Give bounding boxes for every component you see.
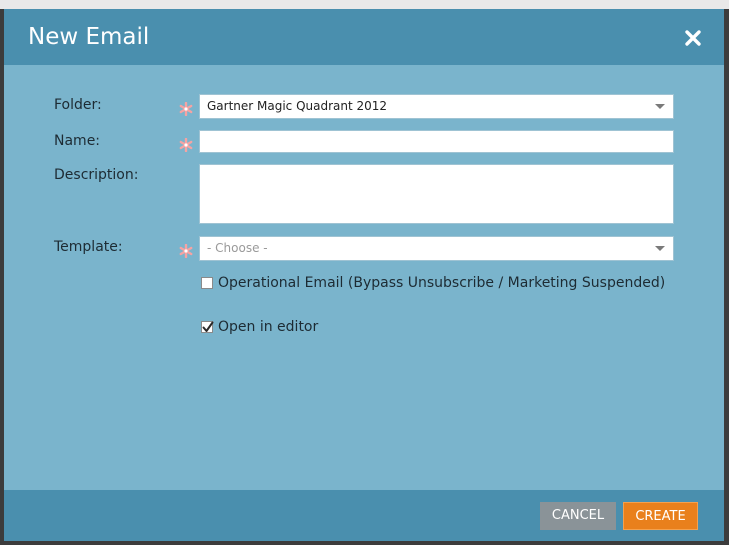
name-input[interactable] <box>199 130 674 153</box>
close-icon[interactable] <box>682 27 704 49</box>
folder-label: Folder: <box>54 97 102 113</box>
template-select-placeholder: - Choose - <box>207 241 268 255</box>
dialog-title: New Email <box>28 24 150 50</box>
required-asterisk-icon <box>179 101 193 117</box>
dialog-footer: CANCEL CREATE <box>4 490 724 541</box>
open-in-editor-checkbox[interactable] <box>201 321 214 333</box>
description-textarea[interactable] <box>199 164 674 224</box>
new-email-dialog: New Email Folder: Gartner Magic Quadrant… <box>4 9 724 541</box>
cancel-button[interactable]: CANCEL <box>540 502 616 530</box>
folder-select[interactable]: Gartner Magic Quadrant 2012 <box>199 94 674 119</box>
folder-select-value: Gartner Magic Quadrant 2012 <box>207 99 388 113</box>
operational-email-label: Operational Email (Bypass Unsubscribe / … <box>218 275 666 291</box>
background-page-strip <box>0 0 729 9</box>
name-label: Name: <box>54 133 101 149</box>
create-button[interactable]: CREATE <box>623 502 698 530</box>
required-asterisk-icon <box>179 137 193 153</box>
checkmark-icon <box>202 321 214 332</box>
template-label: Template: <box>54 239 123 255</box>
dialog-header: New Email <box>4 9 724 65</box>
required-asterisk-icon <box>179 243 193 259</box>
template-select[interactable]: - Choose - <box>199 236 674 261</box>
chevron-down-icon <box>655 104 665 109</box>
operational-email-checkbox[interactable] <box>201 277 213 289</box>
chevron-down-icon <box>655 246 665 251</box>
operational-email-option[interactable]: Operational Email (Bypass Unsubscribe / … <box>201 274 665 292</box>
description-label: Description: <box>54 167 139 183</box>
open-in-editor-option[interactable]: Open in editor <box>201 318 318 336</box>
open-in-editor-label: Open in editor <box>218 319 319 335</box>
